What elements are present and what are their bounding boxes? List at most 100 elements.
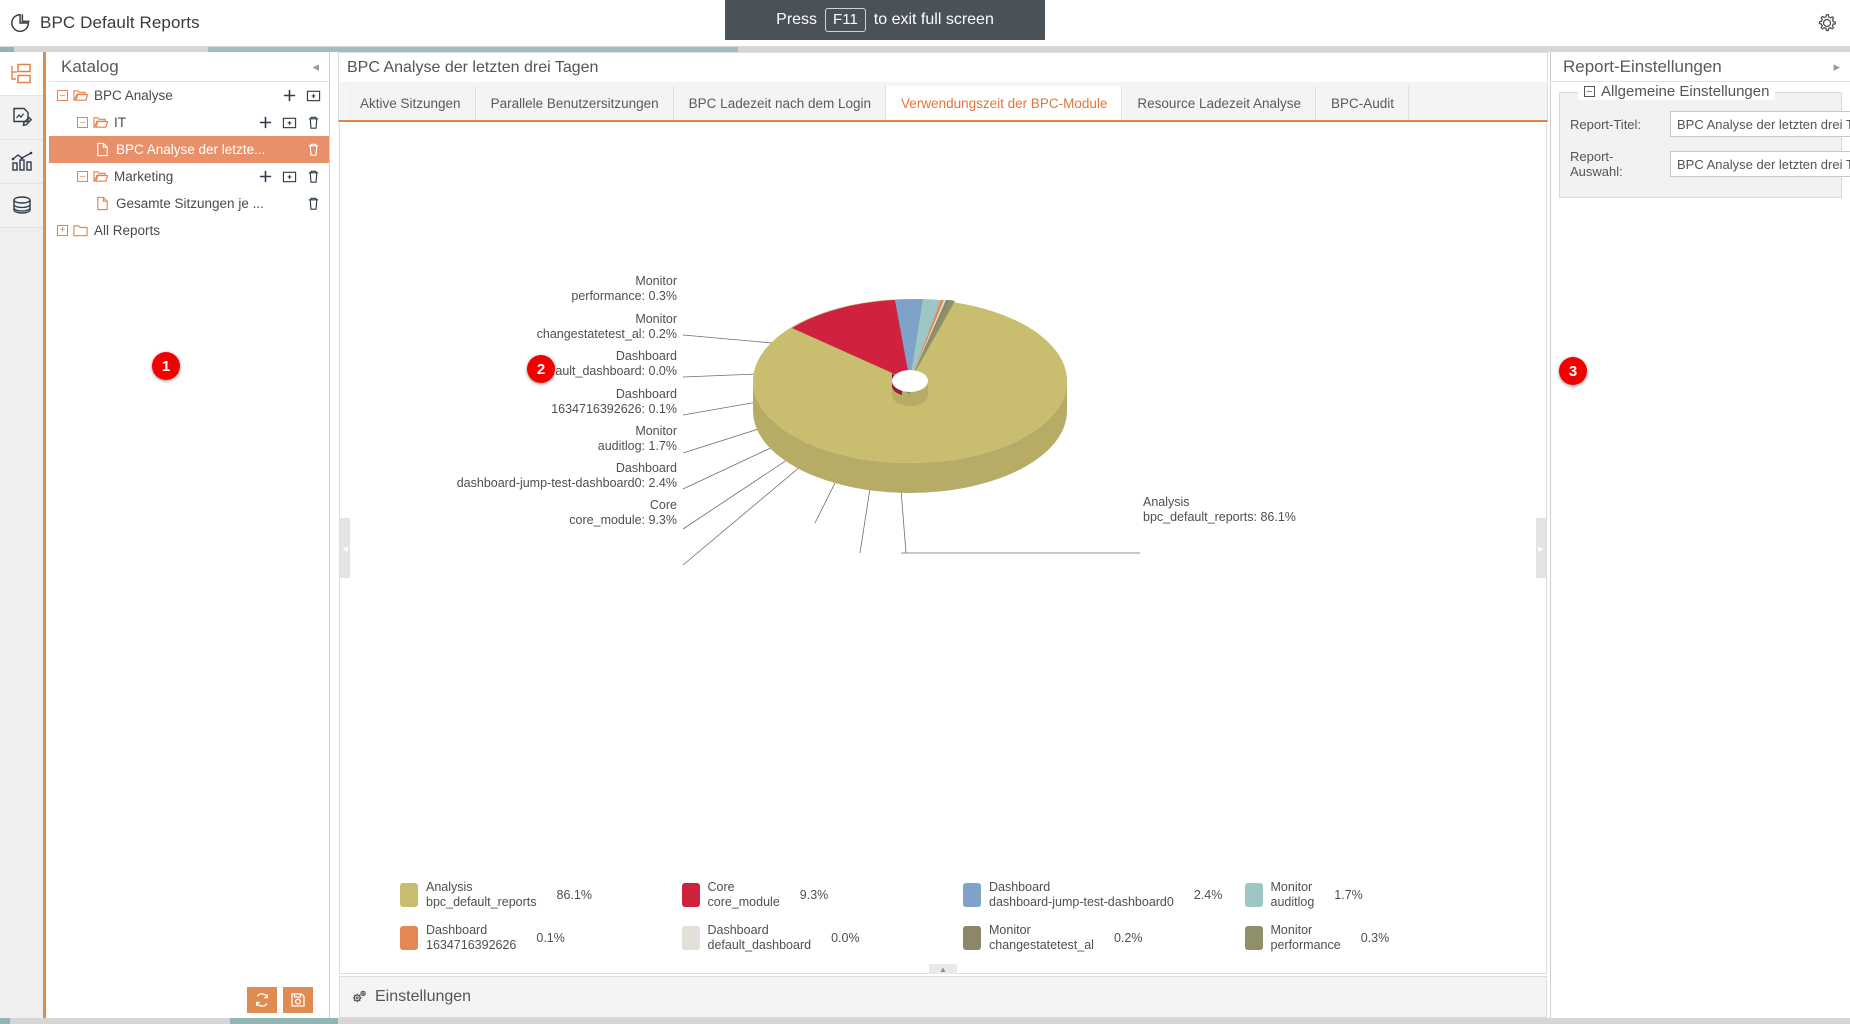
delete-icon[interactable] <box>306 196 321 211</box>
legend-item[interactable]: Dashboard dashboard-jump-test-dashboard0… <box>963 880 1245 910</box>
fullscreen-toast-suffix: to exit full screen <box>874 11 994 29</box>
add-icon[interactable] <box>282 88 297 103</box>
delete-icon[interactable] <box>306 169 321 184</box>
legend-item[interactable]: Dashboard 1634716392626 0.1% <box>400 923 682 953</box>
tree-row[interactable]: – Marketing <box>49 163 329 190</box>
bar-chart-icon <box>10 150 34 174</box>
legend-item-name: auditlog <box>1271 895 1315 909</box>
add-folder-icon[interactable] <box>282 115 297 130</box>
legend-swatch <box>400 926 418 950</box>
delete-icon[interactable] <box>306 115 321 130</box>
legend-item[interactable]: Monitor changestatetest_al 0.2% <box>963 923 1245 953</box>
tree-expander-icon[interactable]: – <box>77 117 88 128</box>
collapse-left-icon[interactable]: ◂ <box>312 59 319 75</box>
tree-row[interactable]: – IT <box>49 109 329 136</box>
legend-item-name: dashboard-jump-test-dashboard0 <box>989 895 1174 909</box>
legend-swatch <box>682 883 700 907</box>
legend-item[interactable]: Core core_module 9.3% <box>682 880 964 910</box>
legend-swatch <box>963 883 981 907</box>
callout-3-line1: Dashboard <box>616 387 677 401</box>
fullscreen-toast-key: F11 <box>825 8 866 32</box>
legend-value: 0.3% <box>1361 931 1390 945</box>
tree-item-label: BPC Analyse <box>94 88 282 103</box>
annotation-badge-1: 1 <box>152 352 180 380</box>
callout-7-line1: Analysis <box>1143 495 1190 509</box>
fullscreen-toast: Press F11 to exit full screen <box>725 0 1045 40</box>
legend-value: 0.0% <box>831 931 860 945</box>
callout-2-line2: default_dashboard: 0.0% <box>538 364 677 378</box>
document-edit-icon <box>10 106 34 130</box>
rail-item-analytics[interactable] <box>0 140 43 184</box>
pie-chart-graphic: Monitor performance: 0.3% Monitor change… <box>340 123 1547 823</box>
legend-item[interactable]: Monitor auditlog 1.7% <box>1245 880 1527 910</box>
report-select-label: Report-Auswahl: <box>1570 149 1662 179</box>
legend-value: 9.3% <box>800 888 829 902</box>
callout-1-line2: changestatetest_al: 0.2% <box>537 327 677 341</box>
legend-swatch <box>1245 883 1263 907</box>
catalog-body: – BPC Analyse – <box>49 82 329 982</box>
add-folder-icon[interactable] <box>306 88 321 103</box>
annotation-badge-3: 3 <box>1559 357 1587 385</box>
pie-chart-icon <box>10 12 32 34</box>
callout-6-line2: core_module: 9.3% <box>569 513 677 527</box>
tree-row[interactable]: Gesamte Sitzungen je ... <box>49 190 329 217</box>
rail-item-report-editor[interactable] <box>0 96 43 140</box>
delete-icon[interactable] <box>306 142 321 157</box>
tree-expander-icon[interactable]: + <box>57 225 68 236</box>
legend-group: Monitor <box>1271 923 1313 937</box>
legend-group: Dashboard <box>708 923 769 937</box>
catalog-title: Katalog <box>61 57 312 77</box>
database-icon <box>10 194 34 218</box>
tab-bpc-audit[interactable]: BPC-Audit <box>1316 86 1409 120</box>
tree-row[interactable]: + All Reports <box>49 217 329 244</box>
catalog-tree: – BPC Analyse – <box>49 82 329 244</box>
report-title-label: Report-Titel: <box>1570 117 1662 132</box>
tree-expander-icon[interactable]: – <box>57 90 68 101</box>
rail-item-data-sources[interactable] <box>0 184 43 228</box>
legend-label: Dashboard default_dashboard <box>708 923 812 953</box>
legend-item-name: performance <box>1271 938 1341 952</box>
refresh-button[interactable] <box>247 987 277 1013</box>
tab-parallele-benutzersitzungen[interactable]: Parallele Benutzersitzungen <box>476 86 674 120</box>
legend-value: 0.2% <box>1114 931 1143 945</box>
legend-value: 0.1% <box>536 931 565 945</box>
legend-item-name: core_module <box>708 895 780 909</box>
report-select[interactable]: BPC Analyse der letzten drei Tagen <box>1670 151 1850 177</box>
fieldset-collapse-icon[interactable]: – <box>1584 86 1595 97</box>
legend-item-name: default_dashboard <box>708 938 812 952</box>
legend-item[interactable]: Dashboard default_dashboard 0.0% <box>682 923 964 953</box>
legend-group: Analysis <box>426 880 473 894</box>
callout-2-line1: Dashboard <box>616 349 677 363</box>
callout-4-line2: auditlog: 1.7% <box>598 439 677 453</box>
add-icon[interactable] <box>258 115 273 130</box>
add-folder-icon[interactable] <box>282 169 297 184</box>
legend-label: Analysis bpc_default_reports <box>426 880 537 910</box>
save-button[interactable] <box>283 987 313 1013</box>
tree-expander-icon[interactable]: – <box>77 171 88 182</box>
tree-item-label: All Reports <box>94 223 321 238</box>
report-tabstrip: Aktive Sitzungen Parallele Benutzersitzu… <box>338 82 1548 122</box>
report-title-input[interactable] <box>1670 111 1850 137</box>
legend-group: Monitor <box>1271 880 1313 894</box>
legend-item[interactable]: Analysis bpc_default_reports 86.1% <box>400 880 682 910</box>
settings-bar[interactable]: Einstellungen <box>339 976 1547 1018</box>
tab-verwendungszeit-der-bpc-module[interactable]: Verwendungszeit der BPC-Module <box>886 86 1122 120</box>
add-icon[interactable] <box>258 169 273 184</box>
tab-aktive-sitzungen[interactable]: Aktive Sitzungen <box>345 86 476 120</box>
chart-legend: Analysis bpc_default_reports 86.1% Core … <box>400 873 1526 959</box>
panel-collapse-left-handle[interactable]: ◂ <box>340 518 350 578</box>
tab-resource-ladezeit-analyse[interactable]: Resource Ladezeit Analyse <box>1122 86 1316 120</box>
legend-item[interactable]: Monitor performance 0.3% <box>1245 923 1527 953</box>
gear-icon[interactable] <box>1816 12 1838 34</box>
legend-label: Monitor performance <box>1271 923 1341 953</box>
chart-collapse-toggle[interactable]: ▲ <box>929 964 957 974</box>
panel-collapse-right-handle[interactable]: ▸ <box>1536 518 1546 578</box>
rail-item-catalog-tree[interactable] <box>0 52 43 96</box>
tree-row[interactable]: – BPC Analyse <box>49 82 329 109</box>
expand-right-icon[interactable]: ▸ <box>1833 59 1840 75</box>
tab-bpc-ladezeit-nach-dem-login[interactable]: BPC Ladezeit nach dem Login <box>674 86 886 120</box>
tree-row-selected[interactable]: BPC Analyse der letzte... <box>49 136 329 163</box>
tree-item-label: BPC Analyse der letzte... <box>116 142 306 157</box>
fieldset-legend-label: Allgemeine Einstellungen <box>1601 83 1769 100</box>
report-select-wrap: BPC Analyse der letzten drei Tagen <box>1670 151 1850 177</box>
